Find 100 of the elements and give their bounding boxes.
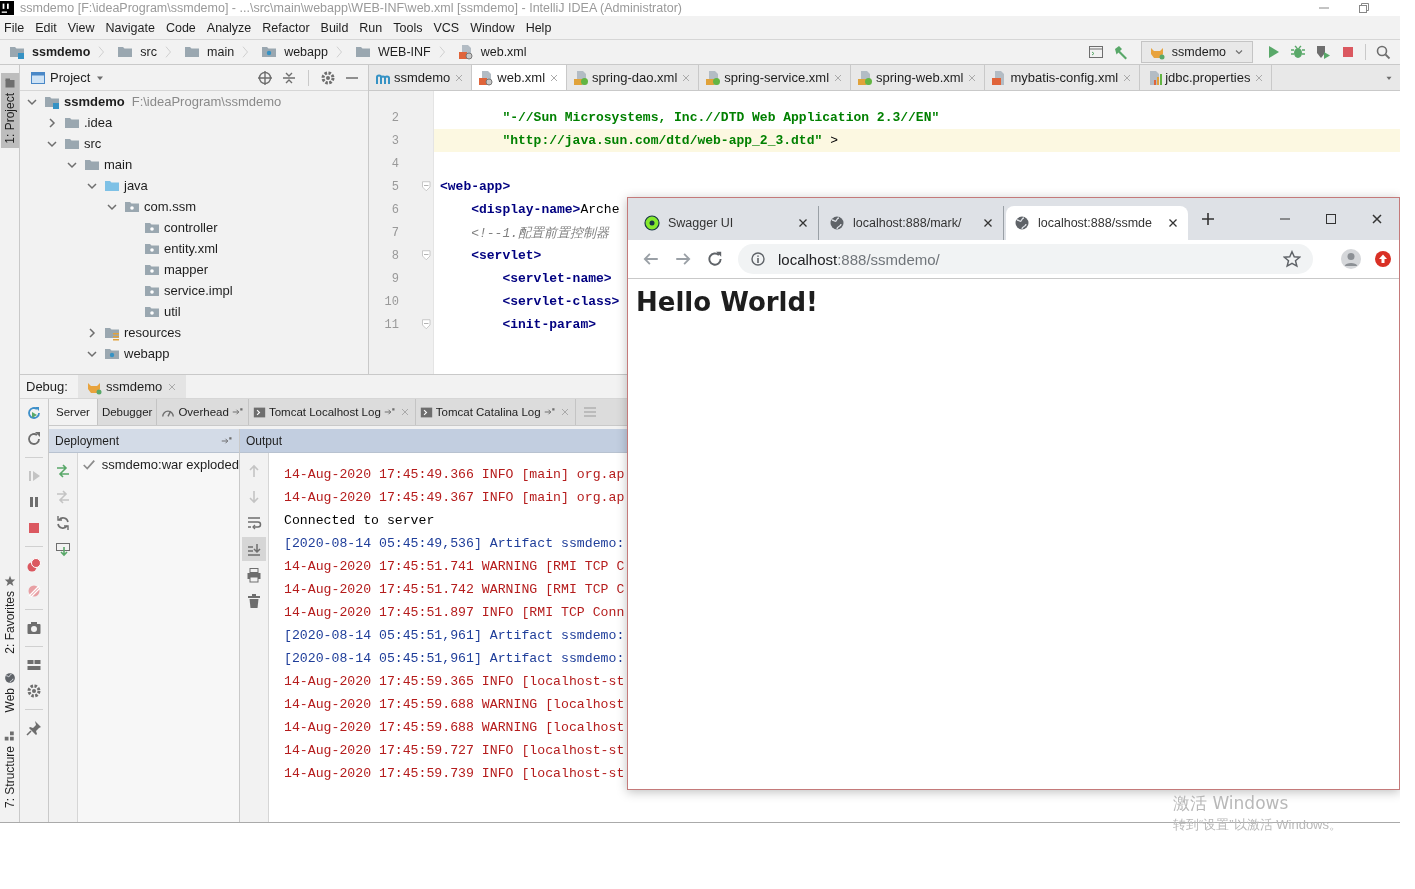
browser-tab[interactable]: Swagger UI <box>636 206 819 240</box>
editor-tab[interactable]: spring-dao.xml <box>567 65 700 90</box>
editor-tab[interactable]: mybatis-config.xml <box>985 65 1141 90</box>
panel-title: Debug: <box>26 379 68 394</box>
maximize-icon[interactable] <box>1323 211 1339 227</box>
run-window-icon[interactable] <box>1087 44 1104 60</box>
stop-icon[interactable] <box>26 520 42 536</box>
debug-tab[interactable]: Overhead <box>157 399 249 425</box>
tree-item[interactable]: .idea <box>20 112 368 133</box>
tree-item[interactable]: service.impl <box>20 280 368 301</box>
editor-tab[interactable]: spring-service.xml <box>699 65 852 90</box>
tree-item[interactable]: controller <box>20 217 368 238</box>
xml-tag: <init-param> <box>502 317 597 332</box>
xml-tag: <servlet-name> <box>502 271 612 286</box>
menu-item[interactable]: Tools <box>393 20 423 35</box>
breadcrumb-item[interactable]: web.xml <box>454 44 527 60</box>
profile-avatar-icon[interactable] <box>1341 249 1361 269</box>
fold-marker-icon[interactable] <box>421 318 433 331</box>
tree-item[interactable]: com.ssm <box>20 196 368 217</box>
xml-file-icon <box>705 69 722 86</box>
settings-icon[interactable] <box>26 683 42 699</box>
deploy-icon[interactable] <box>54 463 71 479</box>
bookmark-star-icon[interactable] <box>1283 250 1301 268</box>
tool-window-button[interactable]: Web <box>0 667 19 716</box>
breadcrumb-item[interactable]: webapp <box>258 44 328 60</box>
menu-item[interactable]: Code <box>165 20 196 35</box>
tree-item[interactable]: webapp <box>20 343 368 364</box>
console-line: 14-Aug-2020 17:45:49.367 INFO [main] org.ap <box>284 489 626 507</box>
menu-item[interactable]: Navigate <box>105 20 155 35</box>
tool-window-button[interactable]: 2: Favorites <box>0 570 19 658</box>
menu-item[interactable]: Analyze <box>206 20 252 35</box>
print-icon[interactable] <box>246 567 262 583</box>
session-tab[interactable]: ssmdemo <box>77 375 187 398</box>
soft-wrap-icon[interactable] <box>246 515 262 531</box>
debug-icon[interactable] <box>1290 44 1306 60</box>
tool-window-button[interactable]: 1: Project <box>0 73 19 148</box>
view-selector[interactable]: Project <box>30 69 107 86</box>
tree-item[interactable]: mapper <box>20 259 368 280</box>
fold-marker-icon[interactable] <box>421 249 433 262</box>
run-configuration-dropdown[interactable]: ssmdemo <box>1140 41 1253 63</box>
reload-icon[interactable] <box>706 250 724 268</box>
locate-icon[interactable] <box>257 69 273 86</box>
update-icon[interactable] <box>1375 251 1391 267</box>
editor-tab[interactable]: jdbc.properties <box>1140 65 1273 90</box>
menu-item[interactable]: Build <box>320 20 349 35</box>
tool-window-button[interactable]: 7: Structure <box>0 725 19 812</box>
editor-tab[interactable]: spring-web.xml <box>851 65 986 90</box>
breadcrumb-item[interactable]: WEB-INF <box>351 44 431 60</box>
xml-file-icon <box>478 69 495 86</box>
address-bar[interactable]: localhost:888/ssmdemo/ <box>738 244 1313 274</box>
breadcrumb-item[interactable]: main <box>181 44 235 60</box>
menu-item[interactable]: Run <box>359 20 383 35</box>
layout-icon[interactable] <box>26 657 42 673</box>
settings-icon[interactable] <box>320 69 336 86</box>
deploy-all-icon[interactable] <box>54 541 71 557</box>
camera-icon[interactable] <box>26 620 42 636</box>
hammer-icon[interactable] <box>1112 44 1129 60</box>
browser-tab[interactable]: localhost:888/mark/ <box>821 206 1004 240</box>
tree-item[interactable]: ssmdemo F:\ideaProgram\ssmdemo <box>20 91 368 112</box>
info-icon[interactable] <box>750 251 766 267</box>
menu-item[interactable]: VCS <box>433 20 460 35</box>
debug-tab[interactable]: Tomcat Catalina Log <box>415 399 576 425</box>
tree-item[interactable]: util <box>20 301 368 322</box>
editor-tab[interactable]: web.xml <box>472 65 568 90</box>
artifact-item[interactable]: ssmdemo:war exploded <box>77 457 239 472</box>
tree-item[interactable]: resources <box>20 322 368 343</box>
coverage-icon[interactable] <box>1315 44 1331 60</box>
mute-breakpoints-icon[interactable] <box>26 583 42 599</box>
debug-tab[interactable]: Server <box>49 399 98 425</box>
star-icon <box>3 574 16 587</box>
tree-item[interactable]: entity.xml <box>20 238 368 259</box>
browser-tab[interactable]: localhost:888/ssmde <box>1006 206 1188 240</box>
breadcrumb-item[interactable]: src <box>114 44 158 60</box>
menu-item[interactable]: File <box>4 20 25 35</box>
debug-tab[interactable]: Debugger <box>97 399 158 425</box>
breakpoints-icon[interactable] <box>26 557 42 573</box>
trash-icon[interactable] <box>246 593 262 609</box>
tree-item[interactable]: src <box>20 133 368 154</box>
refresh-icon[interactable] <box>26 431 42 447</box>
globe-icon <box>3 671 16 684</box>
menu-item[interactable]: View <box>67 20 95 35</box>
debug-tab[interactable]: Tomcat Localhost Log <box>248 399 416 425</box>
tree-item[interactable]: java <box>20 175 368 196</box>
breadcrumb-item[interactable]: ssmdemo <box>6 44 91 60</box>
search-icon[interactable] <box>1375 44 1391 60</box>
rerun-icon[interactable] <box>26 405 42 421</box>
stop-icon[interactable] <box>1340 44 1356 60</box>
new-tab-icon[interactable] <box>1200 211 1216 227</box>
menu-item[interactable]: Refactor <box>262 20 310 35</box>
structure-icon <box>3 729 16 742</box>
restore-icon[interactable] <box>1356 0 1372 16</box>
menu-item[interactable]: Window <box>470 20 515 35</box>
menu-item[interactable]: Help <box>525 20 552 35</box>
redeploy-icon[interactable] <box>54 515 71 531</box>
tree-item[interactable]: main <box>20 154 368 175</box>
fold-marker-icon[interactable] <box>421 180 433 193</box>
pin-icon[interactable] <box>26 720 42 736</box>
menu-item[interactable]: Edit <box>35 20 57 35</box>
xml-tag: <display-name> <box>471 202 581 217</box>
xml-file-icon <box>573 69 590 86</box>
